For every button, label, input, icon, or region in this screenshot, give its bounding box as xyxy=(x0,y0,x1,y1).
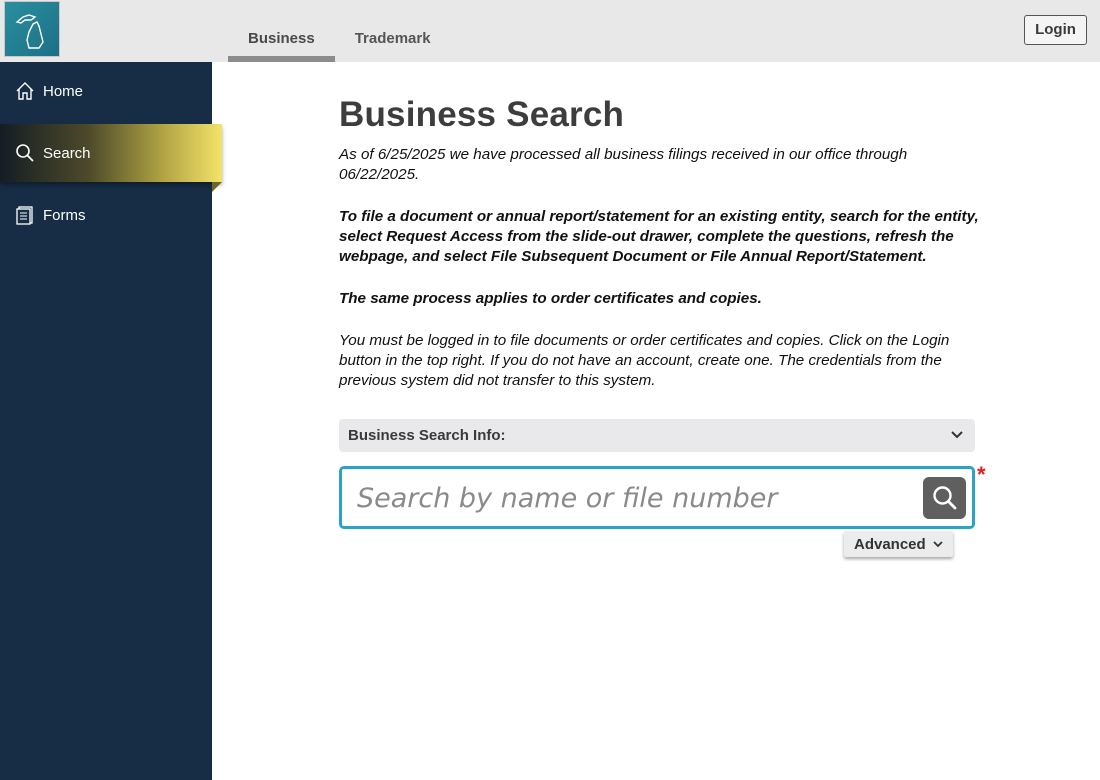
sidebar-item-search[interactable]: Search xyxy=(0,124,222,182)
chevron-down-icon xyxy=(933,541,943,548)
login-notice: You must be logged in to file documents … xyxy=(339,332,950,389)
search-field xyxy=(339,466,975,529)
tab-business[interactable]: Business xyxy=(228,0,335,62)
sidebar-item-label: Forms xyxy=(43,206,86,224)
top-bar: Business Trademark Login xyxy=(0,0,1100,62)
processing-notice: As of 6/25/2025 we have processed all bu… xyxy=(339,146,908,183)
sidebar-item-forms[interactable]: Forms xyxy=(0,186,212,244)
sidebar-item-label: Search xyxy=(43,144,91,162)
active-item-fold xyxy=(212,182,222,192)
login-button[interactable]: Login xyxy=(1024,15,1087,45)
sidebar-item-home[interactable]: Home xyxy=(0,62,212,120)
sidebar: Home Search Forms xyxy=(0,62,222,780)
filing-instructions: To file a document or annual report/stat… xyxy=(339,208,979,265)
sidebar-item-label: Home xyxy=(43,82,84,100)
advanced-search-button[interactable]: Advanced xyxy=(844,531,953,557)
business-search-info-toggle[interactable]: Business Search Info: xyxy=(339,419,975,452)
chevron-down-icon xyxy=(949,427,965,447)
search-input[interactable] xyxy=(357,481,912,515)
certificates-notice: The same process applies to order certif… xyxy=(339,290,762,307)
main-tabs: Business Trademark xyxy=(228,0,451,62)
search-icon xyxy=(933,486,957,510)
advanced-label: Advanced xyxy=(854,535,926,553)
michigan-state-logo-icon[interactable] xyxy=(4,1,60,57)
page-title: Business Search xyxy=(339,95,625,134)
search-button[interactable] xyxy=(923,477,966,519)
search-icon xyxy=(15,143,35,163)
document-icon xyxy=(15,205,35,225)
required-marker: * xyxy=(977,462,986,487)
tab-trademark[interactable]: Trademark xyxy=(335,0,451,62)
home-icon xyxy=(15,81,35,101)
main-content: Business Search As of 6/25/2025 we have … xyxy=(339,95,979,391)
info-label: Business Search Info: xyxy=(348,427,506,444)
